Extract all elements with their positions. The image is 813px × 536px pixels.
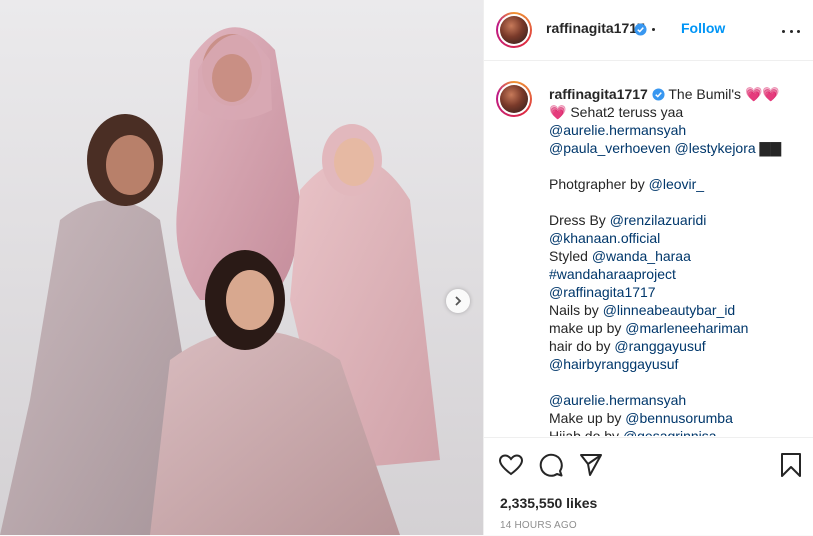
caption-mention-link[interactable]: @aurelie.hermansyah	[549, 392, 686, 408]
caption-mention-link[interactable]: @wanda_haraa	[592, 248, 691, 264]
caption-mention-link[interactable]: @aurelie.hermansyah	[549, 122, 686, 138]
caption-avatar[interactable]	[496, 81, 532, 117]
post-header: raffinagita1717 Follow	[484, 0, 813, 61]
heart-emoji-icon: 💗	[549, 104, 567, 120]
separator-dot	[652, 28, 655, 31]
caption-line: Dress By @renzilazuaridi	[549, 211, 804, 229]
post-actions: 2,335,550 likes 14 HOURS AGO	[484, 437, 813, 536]
caption-line: Hijab do by @gesagrinnisa	[549, 427, 804, 436]
more-options-icon[interactable]	[782, 23, 800, 39]
bookmark-icon[interactable]	[778, 452, 804, 478]
photo-illustration	[0, 0, 483, 535]
caption-text-segment: Hijab do by	[549, 428, 623, 436]
caption-text-segment: Make up by	[549, 410, 626, 426]
caption-line: Styled @wanda_haraa	[549, 247, 804, 265]
caption-line: @hairbyranggayusuf	[549, 355, 804, 373]
avatar[interactable]	[496, 12, 532, 48]
caption-line: hair do by @ranggayusuf	[549, 337, 804, 355]
caption-line: Photgrapher by @leovir_	[549, 175, 804, 193]
caption-scroll-area[interactable]: raffinagita1717 The Bumil's 💗💗 💗 Sehat2 t…	[484, 61, 813, 436]
caption-line: @aurelie.hermansyah	[549, 121, 804, 139]
caption-text-segment: hair do by	[549, 338, 615, 354]
caption-line	[549, 157, 804, 175]
caption-mention-link[interactable]: @gesagrinnisa	[623, 428, 717, 436]
likes-count[interactable]: 2,335,550 likes	[500, 495, 597, 511]
caption-line: 💗 Sehat2 teruss yaa	[549, 103, 804, 121]
caption-line	[549, 373, 804, 391]
caption-username[interactable]: raffinagita1717	[549, 86, 648, 102]
caption-mention-link[interactable]: @ranggayusuf	[614, 338, 705, 354]
caption-mention-link[interactable]: @hairbyranggayusuf	[549, 356, 678, 372]
caption-mention-link[interactable]: #wandaharaaproject	[549, 266, 676, 282]
caption-mention-link[interactable]: @linneabeautybar_id	[603, 302, 736, 318]
caption-line	[549, 193, 804, 211]
paper-plane-icon[interactable]	[578, 452, 604, 478]
heart-emoji-icon: 💗💗	[744, 86, 780, 102]
caption-line: Make up by @bennusorumba	[549, 409, 804, 427]
caption-mention-link[interactable]: @renzilazuaridi	[610, 212, 707, 228]
chevron-right-icon	[455, 296, 462, 306]
caption-mention-link[interactable]: @lestykejora	[675, 140, 756, 156]
caption-text-segment: Photgrapher by	[549, 176, 649, 192]
caption-line: raffinagita1717 The Bumil's 💗💗	[549, 85, 804, 103]
caption-mention-link[interactable]: @khanaan.official	[549, 230, 660, 246]
caption-line: @khanaan.official	[549, 229, 804, 247]
caption-line: @aurelie.hermansyah	[549, 391, 804, 409]
caption-mention-link[interactable]: @raffinagita1717	[549, 284, 656, 300]
post-details-panel: raffinagita1717 Follow raffinagita1717 T…	[483, 0, 813, 535]
caption-text-segment: Styled	[549, 248, 592, 264]
caption-text-segment: ▇▇	[755, 140, 782, 156]
next-photo-button[interactable]	[446, 289, 470, 313]
caption-mention-link[interactable]: @paula_verhoeven	[549, 140, 671, 156]
username[interactable]: raffinagita1717	[546, 20, 645, 36]
follow-button[interactable]: Follow	[681, 20, 725, 36]
caption-text-segment: The Bumil's	[664, 86, 745, 102]
caption-mention-link[interactable]: @marleneehariman	[625, 320, 748, 336]
caption-text-segment: Dress By	[549, 212, 610, 228]
caption-line: make up by @marleneehariman	[549, 319, 804, 337]
caption-text-segment: Sehat2 teruss yaa	[566, 104, 684, 120]
caption-mention-link[interactable]: @bennusorumba	[625, 410, 733, 426]
verified-badge-icon	[634, 23, 647, 36]
caption-text: raffinagita1717 The Bumil's 💗💗 💗 Sehat2 t…	[549, 85, 804, 436]
comment-bubble-icon[interactable]	[538, 452, 564, 478]
verified-badge-icon	[652, 88, 665, 101]
caption-text-segment: make up by	[549, 320, 626, 336]
heart-outline-icon[interactable]	[498, 452, 524, 478]
post-photo[interactable]	[0, 0, 483, 535]
instagram-post-window: raffinagita1717 Follow raffinagita1717 T…	[0, 0, 813, 535]
caption-line: Nails by @linneabeautybar_id	[549, 301, 804, 319]
post-timestamp[interactable]: 14 HOURS AGO	[500, 520, 577, 531]
caption-mention-link[interactable]: @leovir_	[649, 176, 704, 192]
caption-line: @raffinagita1717	[549, 283, 804, 301]
caption-line: @paula_verhoeven @lestykejora ▇▇	[549, 139, 804, 157]
caption-line: #wandaharaaproject	[549, 265, 804, 283]
caption-text-segment: Nails by	[549, 302, 603, 318]
